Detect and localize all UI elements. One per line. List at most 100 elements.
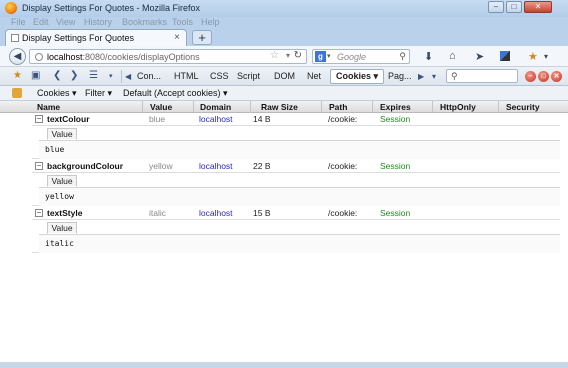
menu-history[interactable]: History — [84, 17, 112, 27]
cookie-detail-value: italic — [45, 239, 74, 248]
scroll-tabs-right-icon[interactable]: ▶ — [418, 72, 424, 81]
cookie-value: yellow — [149, 161, 173, 171]
cookie-detail-panel: yellow Value — [32, 172, 560, 206]
filter-menu-button[interactable]: Filter ▾ — [85, 88, 112, 99]
detail-tab-value[interactable]: Value — [47, 128, 77, 140]
cookies-table-header: Name Value Domain Raw Size Path Expires … — [0, 101, 568, 113]
menu-edit[interactable]: Edit — [33, 17, 49, 27]
table-row[interactable]: − textColour blue localhost 14 B /cookie… — [32, 113, 560, 125]
page-favicon-icon — [11, 34, 19, 42]
close-icon[interactable]: × — [174, 32, 180, 43]
home-icon[interactable]: ⌂ — [449, 50, 456, 62]
detail-tab-value[interactable]: Value — [47, 222, 77, 234]
panel-list-icon[interactable]: ☰ — [89, 70, 98, 81]
firefox-logo-icon — [5, 2, 17, 14]
detail-tab-value[interactable]: Value — [47, 175, 77, 187]
globe-icon — [35, 53, 43, 61]
back-arrow-icon[interactable]: ❮ — [53, 70, 61, 81]
bookmark-star-icon[interactable]: ☆ — [270, 50, 279, 61]
window-title: Display Settings For Quotes - Mozilla Fi… — [22, 3, 201, 13]
inspect-element-icon[interactable]: ▣ — [31, 70, 40, 81]
cookie-value: blue — [149, 114, 166, 124]
firebug-detach-icon[interactable]: □ — [538, 71, 549, 82]
tab-console[interactable]: Con... — [137, 71, 161, 81]
new-tab-button[interactable]: + — [192, 30, 212, 45]
firebug-icon[interactable]: ★ — [528, 50, 538, 63]
column-raw-size[interactable]: Raw Size — [261, 102, 298, 112]
url-bar[interactable]: localhost:8080/cookies/displayOptions ☆ … — [29, 49, 307, 64]
cookie-policy-button[interactable]: Default (Accept cookies) ▾ — [123, 88, 228, 99]
social-share-icon[interactable]: ➤ — [475, 50, 484, 63]
menu-view[interactable]: View — [56, 17, 75, 27]
reload-icon[interactable]: ↻ — [294, 50, 302, 61]
table-row[interactable]: − textStyle italic localhost 15 B /cooki… — [32, 207, 560, 219]
firebug-search-input[interactable]: ⚲ — [446, 69, 518, 83]
menu-bookmarks[interactable]: Bookmarks — [122, 17, 167, 27]
firebug-dropdown-icon[interactable]: ▾ — [544, 52, 548, 61]
chevron-down-icon[interactable]: ▾ — [109, 72, 113, 80]
column-expires[interactable]: Expires — [380, 102, 411, 112]
tab-label: Display Settings For Quotes — [22, 33, 135, 43]
cookies-menu-button[interactable]: Cookies ▾ — [37, 88, 77, 99]
tab-script[interactable]: Script — [237, 71, 260, 81]
panel-options-icon[interactable]: ▾ — [432, 72, 436, 81]
cookie-name: textColour — [47, 114, 90, 124]
scroll-tabs-left-icon[interactable]: ◀ — [125, 72, 131, 81]
column-value[interactable]: Value — [150, 102, 172, 112]
column-httponly[interactable]: HttpOnly — [440, 102, 476, 112]
collapse-toggle-icon[interactable]: − — [35, 115, 43, 123]
column-domain[interactable]: Domain — [200, 102, 231, 112]
magnifier-icon: ⚲ — [451, 71, 458, 81]
magnifier-icon[interactable]: ⚲ — [399, 51, 406, 62]
column-path[interactable]: Path — [329, 102, 347, 112]
addon-icon[interactable] — [500, 51, 510, 61]
cookie-raw-size: 22 B — [253, 161, 271, 171]
tab-dom[interactable]: DOM — [274, 71, 295, 81]
tab-html[interactable]: HTML — [174, 71, 199, 81]
back-arrow-icon[interactable]: ◀ — [9, 48, 26, 65]
firebug-minimize-icon[interactable]: – — [525, 71, 536, 82]
forward-arrow-icon[interactable]: ❯ — [70, 70, 78, 81]
cookies-table-body: − textColour blue localhost 14 B /cookie… — [0, 113, 568, 362]
cookie-expires: Session — [380, 114, 411, 124]
menu-bar: File Edit View History Bookmarks Tools H… — [0, 17, 568, 28]
cookie-expires: Session — [380, 161, 411, 171]
tab-page-speed[interactable]: Pag... — [388, 71, 412, 81]
search-engine-dropdown-icon[interactable]: ▾ — [327, 52, 331, 60]
cookie-expires: Session — [380, 208, 411, 218]
tab-display-settings[interactable]: Display Settings For Quotes × — [5, 29, 187, 46]
cookie-path: /cookie: — [328, 208, 358, 218]
menu-file[interactable]: File — [11, 17, 26, 27]
cookie-icon — [12, 88, 22, 98]
menu-help[interactable]: Help — [201, 17, 220, 27]
window-close-button[interactable]: ✕ — [524, 1, 552, 13]
minimize-button[interactable]: – — [488, 1, 504, 13]
cookie-raw-size: 14 B — [253, 114, 271, 124]
cookie-domain: localhost — [199, 161, 233, 171]
firebug-toolbar: ★ ▣ ❮ ❯ ☰ ▾ ◀ Con... HTML CSS Script DOM… — [0, 67, 568, 86]
menu-tools[interactable]: Tools — [172, 17, 193, 27]
column-name[interactable]: Name — [37, 102, 60, 112]
download-icon[interactable]: ⬇ — [424, 50, 433, 63]
tab-net[interactable]: Net — [307, 71, 321, 81]
cookie-raw-size: 15 B — [253, 208, 271, 218]
column-security[interactable]: Security — [506, 102, 540, 112]
tab-cookies[interactable]: Cookies ▾ — [330, 69, 385, 84]
cookie-detail-value: yellow — [45, 192, 74, 201]
search-bar[interactable]: g ▾ Google ⚲ — [312, 49, 410, 64]
url-dropdown-icon[interactable]: ▾ — [286, 51, 290, 60]
cookie-domain: localhost — [199, 208, 233, 218]
tab-css[interactable]: CSS — [210, 71, 229, 81]
firebug-menu-icon[interactable]: ★ — [13, 70, 22, 81]
cookie-domain: localhost — [199, 114, 233, 124]
cookie-name: backgroundColour — [47, 161, 124, 171]
maximize-button[interactable]: □ — [506, 1, 522, 13]
url-text[interactable]: localhost:8080/cookies/displayOptions — [47, 52, 200, 62]
window-titlebar: Display Settings For Quotes - Mozilla Fi… — [0, 0, 568, 17]
collapse-toggle-icon[interactable]: − — [35, 209, 43, 217]
table-row[interactable]: − backgroundColour yellow localhost 22 B… — [32, 160, 560, 172]
close-icon[interactable]: ✕ — [551, 71, 562, 82]
search-engine-icon[interactable]: g — [315, 51, 326, 62]
collapse-toggle-icon[interactable]: − — [35, 162, 43, 170]
cookie-path: /cookie: — [328, 114, 358, 124]
